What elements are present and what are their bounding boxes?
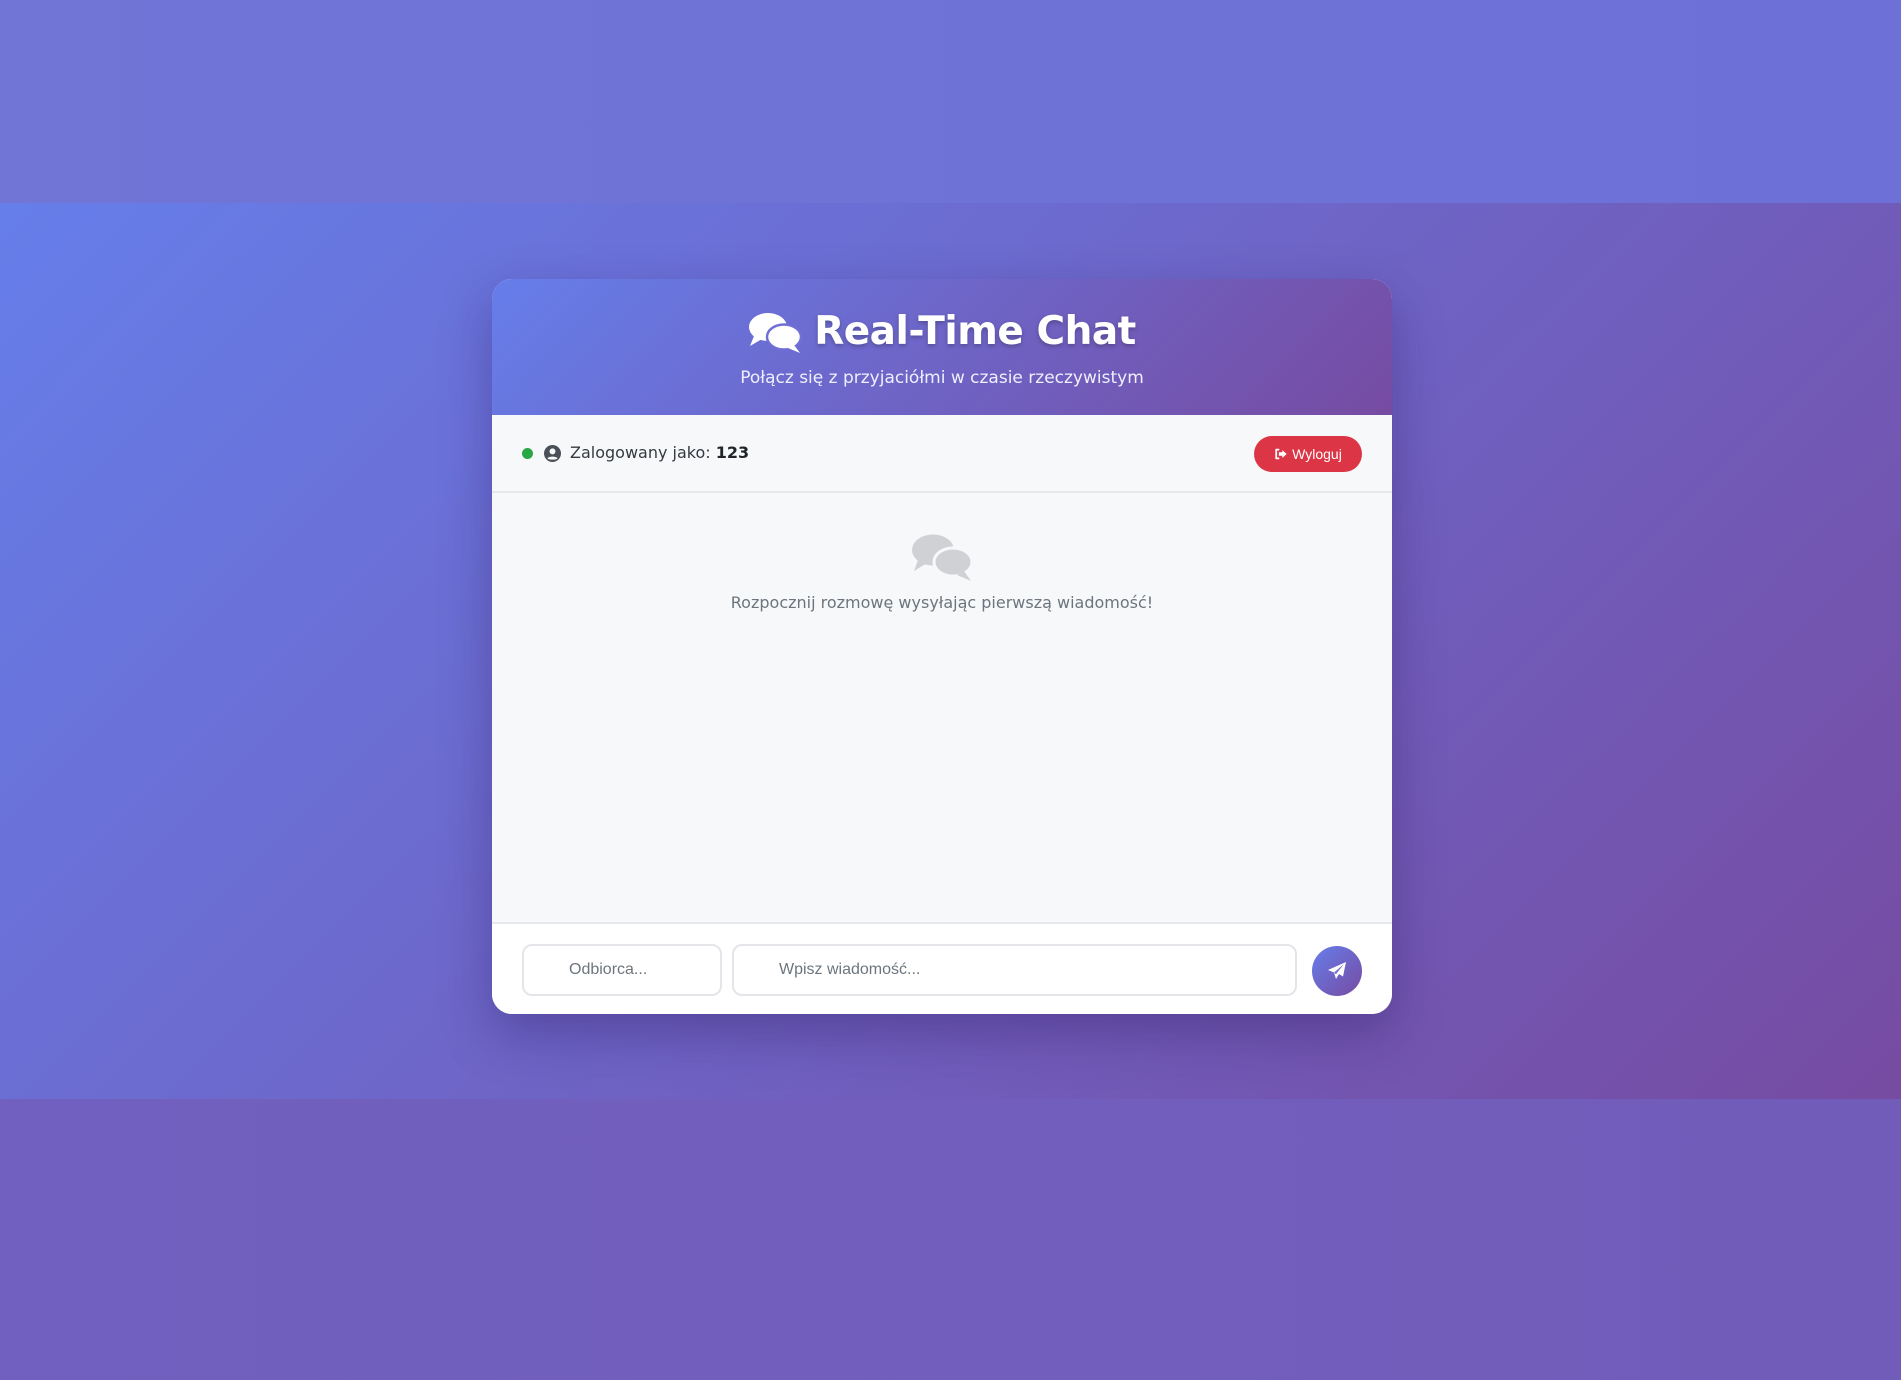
page-subtitle: Połącz się z przyjaciółmi w czasie rzecz… <box>740 368 1144 388</box>
recipient-input[interactable] <box>522 944 722 996</box>
logged-in-label: Zalogowany jako: 123 <box>570 443 749 462</box>
user-status-bar: Zalogowany jako: 123 Wyloguj <box>492 415 1392 493</box>
message-input[interactable] <box>732 944 1297 996</box>
online-status-dot <box>522 448 533 459</box>
empty-state-text: Rozpocznij rozmowę wysyłając pierwszą wi… <box>730 593 1154 612</box>
message-composer <box>492 924 1392 1014</box>
send-button[interactable] <box>1312 946 1362 996</box>
logout-button[interactable]: Wyloguj <box>1254 436 1362 472</box>
page-title: Real-Time Chat <box>814 309 1136 354</box>
user-circle-icon <box>544 445 561 462</box>
page-background-top <box>0 0 1901 203</box>
paper-plane-icon <box>1328 962 1346 979</box>
empty-chat-icon <box>912 534 973 581</box>
title-row: Real-Time Chat <box>492 309 1392 354</box>
chat-header: Real-Time Chat Połącz się z przyjaciółmi… <box>492 279 1392 415</box>
page-background-bottom <box>0 1099 1901 1380</box>
logged-in-prefix: Zalogowany jako: <box>570 443 711 462</box>
chat-window: Real-Time Chat Połącz się z przyjaciółmi… <box>492 279 1392 1014</box>
username: 123 <box>715 443 750 462</box>
messages-area[interactable]: Rozpocznij rozmowę wysyłając pierwszą wi… <box>492 493 1392 924</box>
comments-icon <box>749 312 803 353</box>
logout-label: Wyloguj <box>1292 446 1342 462</box>
sign-out-icon <box>1275 448 1287 460</box>
